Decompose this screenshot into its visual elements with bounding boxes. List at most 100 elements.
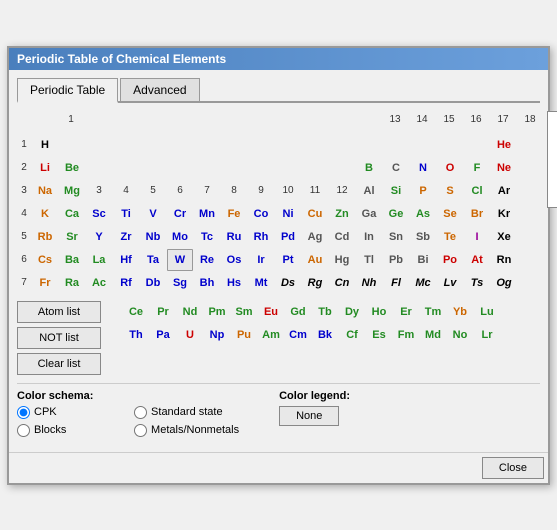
element-Ca[interactable]: Ca [59,203,85,225]
element-W[interactable]: W [167,249,193,271]
element-Ag[interactable]: Ag [302,226,328,248]
clear-list-button[interactable]: Clear list [17,353,101,375]
element-Ar[interactable]: Ar [491,180,517,202]
element-Po[interactable]: Po [437,249,463,271]
element-Pt[interactable]: Pt [275,249,301,271]
element-Nd[interactable]: Nd [177,301,203,323]
legend-button[interactable]: None [279,406,339,426]
element-Be[interactable]: Be [59,157,85,179]
element-Cs[interactable]: Cs [32,249,58,271]
element-Nh[interactable]: Nh [356,272,382,294]
element-Al[interactable]: Al [356,180,382,202]
element-Ti[interactable]: Ti [113,203,139,225]
radio-cpk[interactable]: CPK [17,406,122,419]
element-Mo[interactable]: Mo [167,226,193,248]
element-Sb[interactable]: Sb [410,226,436,248]
element-Ba[interactable]: Ba [59,249,85,271]
element-Er[interactable]: Er [393,301,419,323]
element-Cl[interactable]: Cl [464,180,490,202]
element-Ga[interactable]: Ga [356,203,382,225]
element-Cd[interactable]: Cd [329,226,355,248]
element-Ir[interactable]: Ir [248,249,274,271]
element-Cf[interactable]: Cf [339,324,365,346]
element-Re[interactable]: Re [194,249,220,271]
element-Fl[interactable]: Fl [383,272,409,294]
element-Hf[interactable]: Hf [113,249,139,271]
element-Mn[interactable]: Mn [194,203,220,225]
element-Cu[interactable]: Cu [302,203,328,225]
element-I[interactable]: I [464,226,490,248]
element-Ge[interactable]: Ge [383,203,409,225]
element-Cn[interactable]: Cn [329,272,355,294]
element-Se[interactable]: Se [437,203,463,225]
element-Eu[interactable]: Eu [258,301,284,323]
element-In[interactable]: In [356,226,382,248]
element-Lu[interactable]: Lu [474,301,500,323]
element-Sn[interactable]: Sn [383,226,409,248]
element-Gd[interactable]: Gd [285,301,311,323]
element-U[interactable]: U [177,324,203,346]
not-list-button[interactable]: NOT list [17,327,101,349]
element-Tb[interactable]: Tb [312,301,338,323]
radio-standard[interactable]: Standard state [134,406,239,419]
element-Sg[interactable]: Sg [167,272,193,294]
element-Cr[interactable]: Cr [167,203,193,225]
element-S[interactable]: S [437,180,463,202]
element-Og[interactable]: Og [491,272,517,294]
element-Pu[interactable]: Pu [231,324,257,346]
element-As[interactable]: As [410,203,436,225]
element-Co[interactable]: Co [248,203,274,225]
element-Am[interactable]: Am [258,324,284,346]
element-Br[interactable]: Br [464,203,490,225]
element-Pm[interactable]: Pm [204,301,230,323]
element-Bk[interactable]: Bk [312,324,338,346]
element-Fr[interactable]: Fr [32,272,58,294]
element-Au[interactable]: Au [302,249,328,271]
element-Ts[interactable]: Ts [464,272,490,294]
element-Ru[interactable]: Ru [221,226,247,248]
element-At[interactable]: At [464,249,490,271]
element-Ac[interactable]: Ac [86,272,112,294]
element-C[interactable]: C [383,157,409,179]
element-Db[interactable]: Db [140,272,166,294]
element-Sm[interactable]: Sm [231,301,257,323]
element-He[interactable]: He [491,134,517,156]
element-Rg[interactable]: Rg [302,272,328,294]
element-Sr[interactable]: Sr [59,226,85,248]
element-H[interactable]: H [32,134,58,156]
element-Mc[interactable]: Mc [410,272,436,294]
element-Ta[interactable]: Ta [140,249,166,271]
element-Bh[interactable]: Bh [194,272,220,294]
element-Mg[interactable]: Mg [59,180,85,202]
element-Hs[interactable]: Hs [221,272,247,294]
element-Hg[interactable]: Hg [329,249,355,271]
element-Pb[interactable]: Pb [383,249,409,271]
element-Bi[interactable]: Bi [410,249,436,271]
radio-metals[interactable]: Metals/Nonmetals [134,424,239,437]
element-Ra[interactable]: Ra [59,272,85,294]
element-Y[interactable]: Y [86,226,112,248]
element-Tm[interactable]: Tm [420,301,446,323]
element-Yb[interactable]: Yb [447,301,473,323]
element-Nb[interactable]: Nb [140,226,166,248]
tab-periodic-table[interactable]: Periodic Table [17,78,118,103]
tab-advanced[interactable]: Advanced [120,78,199,101]
element-Ds[interactable]: Ds [275,272,301,294]
element-Pr[interactable]: Pr [150,301,176,323]
element-Ne[interactable]: Ne [491,157,517,179]
element-Tc[interactable]: Tc [194,226,220,248]
element-Te[interactable]: Te [437,226,463,248]
element-La[interactable]: La [86,249,112,271]
element-K[interactable]: K [32,203,58,225]
element-P[interactable]: P [410,180,436,202]
element-Xe[interactable]: Xe [491,226,517,248]
element-Zr[interactable]: Zr [113,226,139,248]
element-Fm[interactable]: Fm [393,324,419,346]
element-Li[interactable]: Li [32,157,58,179]
element-Np[interactable]: Np [204,324,230,346]
element-Rn[interactable]: Rn [491,249,517,271]
close-button[interactable]: Close [482,457,544,479]
element-Fe[interactable]: Fe [221,203,247,225]
element-Mt[interactable]: Mt [248,272,274,294]
element-B[interactable]: B [356,157,382,179]
